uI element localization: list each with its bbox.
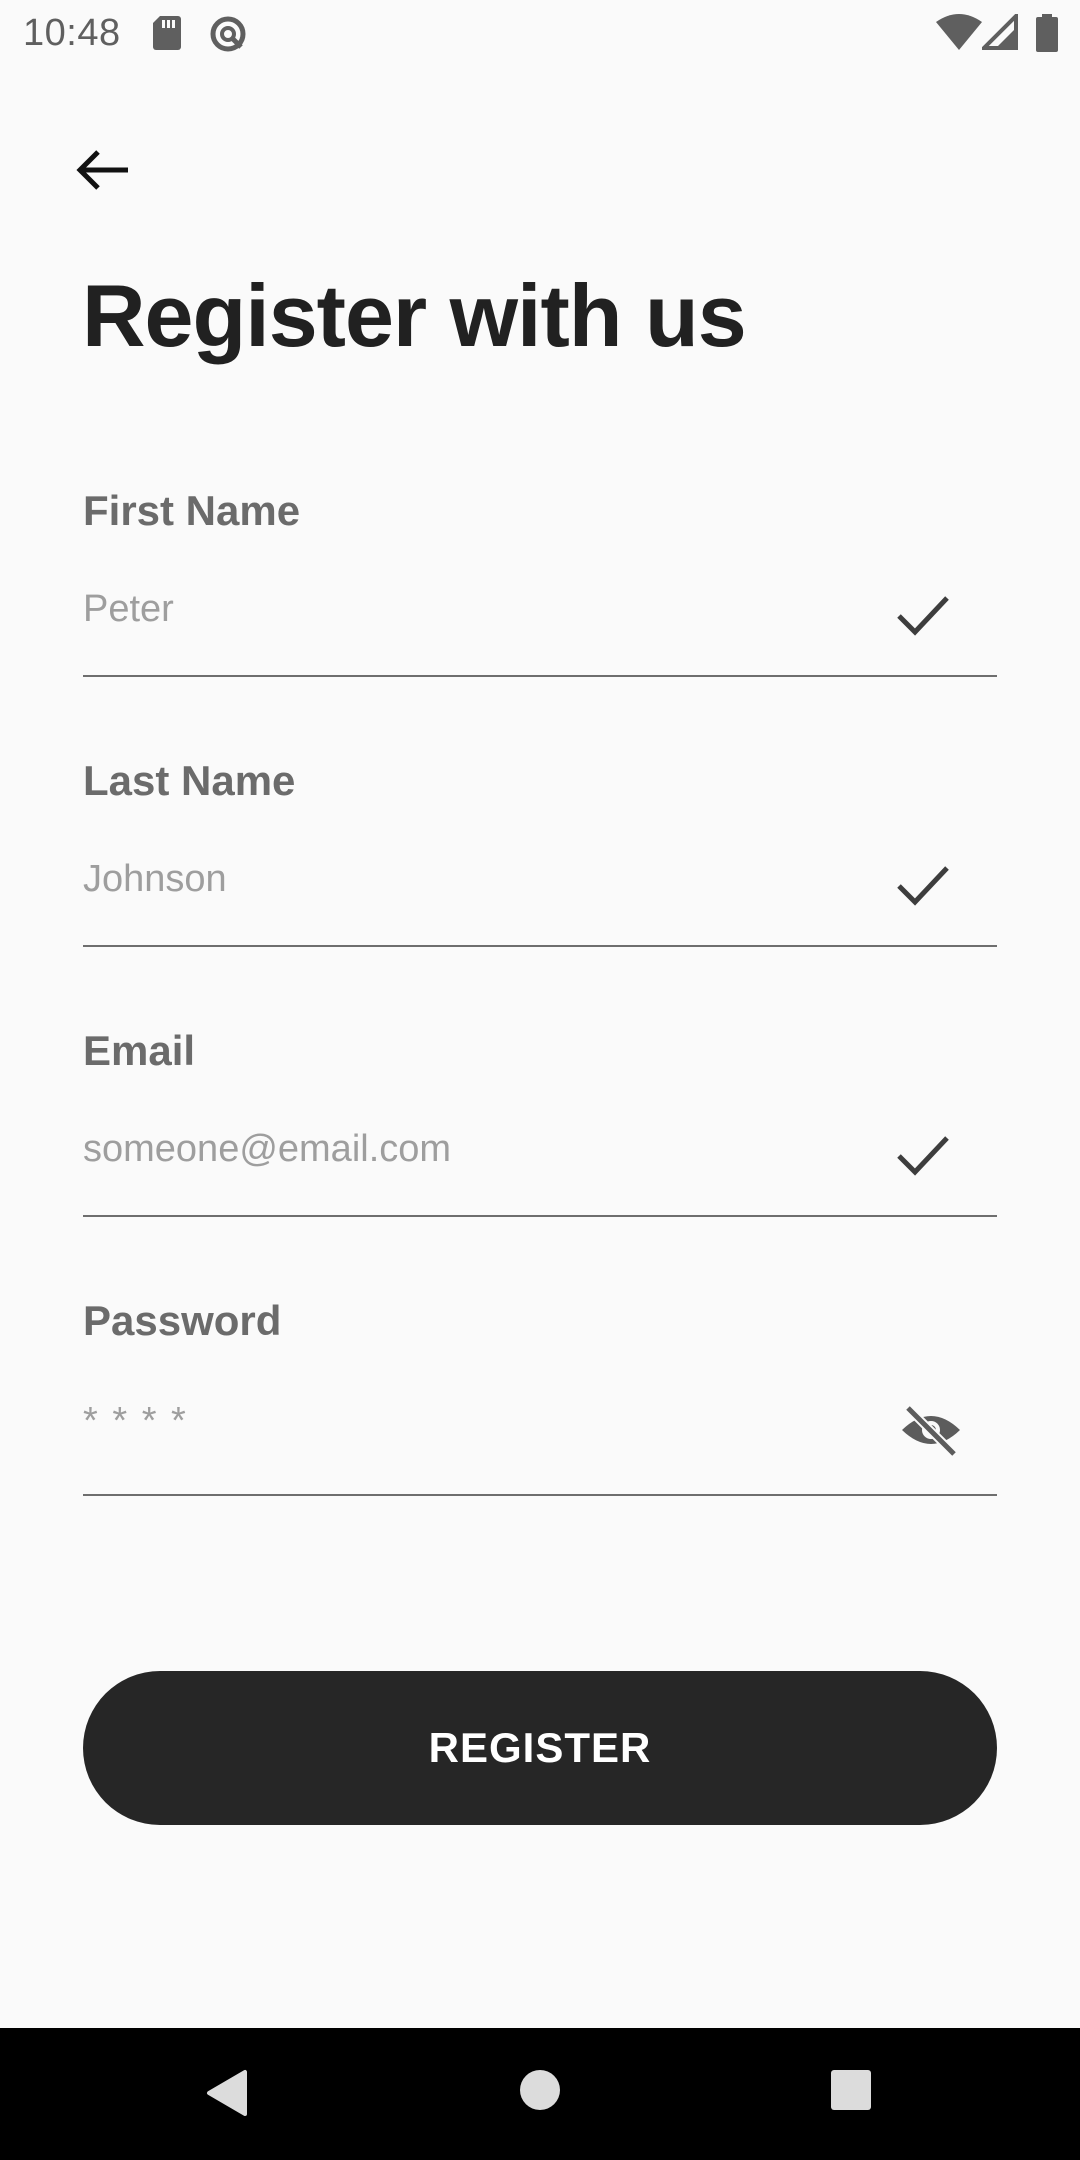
recents-square-icon[interactable] [829,2068,873,2112]
wifi-icon [936,14,982,50]
back-button[interactable] [72,140,138,196]
check-icon [897,866,949,906]
signal-icon [982,14,1018,50]
password-input[interactable]: * * * * [83,1400,188,1443]
data-saver-icon [210,16,246,52]
first-name-input[interactable]: Peter [83,588,174,631]
status-bar: 10:48 [0,0,1080,66]
last-name-input[interactable]: Johnson [83,858,227,901]
battery-icon [1036,14,1058,52]
first-name-underline [83,675,997,677]
email-label: Email [83,1027,196,1074]
navigation-bar [0,2028,1080,2160]
register-button-label: REGISTER [428,1724,652,1771]
register-button[interactable]: REGISTER [83,1671,997,1825]
last-name-underline [83,945,997,947]
sd-card-icon [153,16,181,50]
eye-off-icon[interactable] [898,1402,964,1458]
first-name-label: First Name [83,487,301,534]
email-underline [83,1215,997,1217]
home-circle-icon[interactable] [518,2068,562,2112]
page-title: Register with us [82,266,747,365]
status-time: 10:48 [23,12,121,54]
last-name-label: Last Name [83,757,296,804]
password-underline [83,1494,997,1496]
check-icon [897,596,949,636]
password-label: Password [83,1297,282,1344]
email-input[interactable]: someone@email.com [83,1128,451,1171]
back-triangle-icon[interactable] [205,2068,249,2118]
arrow-left-icon [76,150,128,190]
check-icon [897,1136,949,1176]
